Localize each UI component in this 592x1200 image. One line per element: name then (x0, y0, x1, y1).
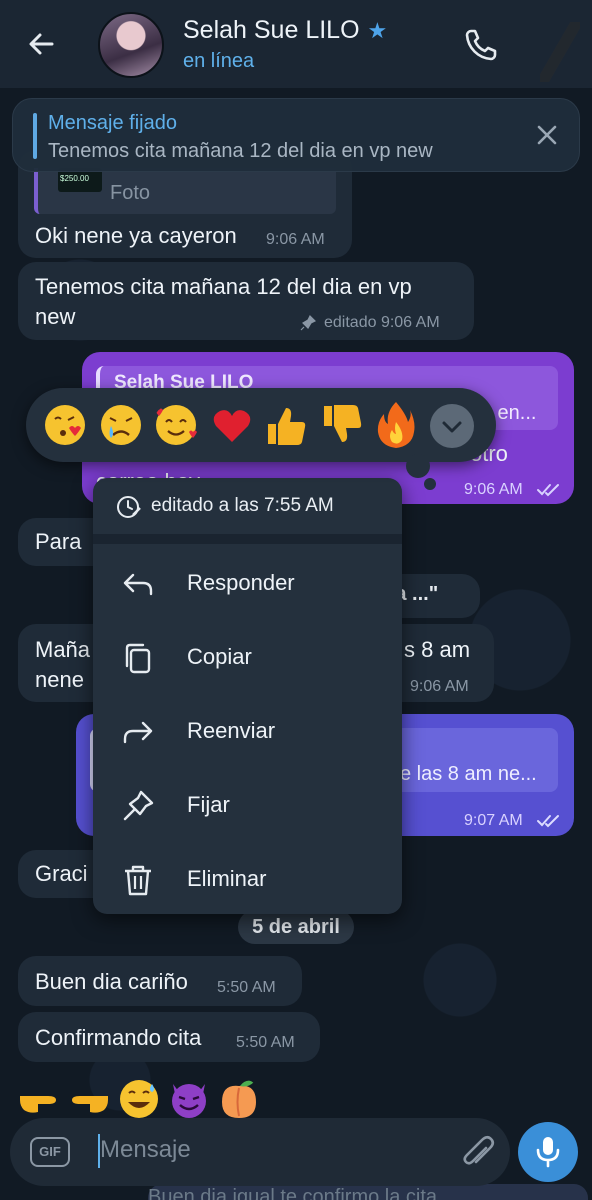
edited-info: editado a las 7:55 AM (93, 478, 402, 534)
thumbs-up-emoji-icon[interactable] (264, 402, 308, 448)
pinned-title: Mensaje fijado (48, 112, 177, 134)
message-composer: GIF Mensaje (10, 1118, 510, 1186)
message-time: editado 9:06 AM (324, 314, 440, 331)
forward-icon (123, 721, 153, 744)
menu-item-delete[interactable]: Eliminar (93, 843, 402, 914)
menu-item-label: Fijar (187, 792, 230, 817)
message-time: 5:50 AM (217, 979, 276, 996)
message-text: Graci (35, 861, 88, 886)
expand-reactions-button[interactable] (430, 404, 474, 448)
menu-item-label: Eliminar (187, 866, 267, 891)
close-icon[interactable] (533, 121, 561, 149)
red-heart-emoji-icon[interactable] (212, 408, 252, 444)
menu-item-reply[interactable]: Responder (93, 547, 402, 621)
menu-item-copy[interactable]: Copiar (93, 621, 402, 695)
message-text: Confirmando cita (35, 1025, 202, 1050)
reply-photo-preview[interactable]: $250.00 Foto (34, 168, 336, 214)
thumbs-down-emoji-icon[interactable] (320, 402, 364, 448)
trash-icon (125, 865, 151, 896)
message-text: Oki nene ya cayeron (35, 223, 237, 248)
message-text: Para (35, 529, 82, 554)
smiling-hearts-emoji-icon[interactable] (153, 402, 199, 448)
menu-item-label: Copiar (187, 644, 252, 669)
peach-emoji-icon (222, 1080, 256, 1118)
reply-snippet: e las 8 am ne... (400, 763, 537, 785)
reaction-picker (26, 388, 496, 462)
menu-item-pin[interactable]: Fijar (93, 769, 402, 843)
message-text-line1: Tenemos cita mañana 12 del dia en vp (35, 274, 412, 299)
photo-label: Foto (110, 182, 151, 204)
message-text-line2: new (35, 304, 76, 329)
menu-item-label: Reenviar (187, 718, 276, 743)
pin-small-icon (300, 315, 316, 331)
pointing-left-emoji-icon (72, 1096, 108, 1113)
pinned-message-bar[interactable]: Mensaje fijado Tenemos cita mañana 12 de… (12, 98, 580, 172)
online-status: en línea (183, 50, 255, 72)
partially-hidden-text: Buen dia igual te confirmo la cita (148, 1186, 438, 1200)
double-check-icon (537, 484, 559, 497)
pinned-accent-bar (33, 113, 37, 159)
message-time: 9:07 AM (464, 812, 523, 829)
pinned-text: Tenemos cita mañana 12 del dia en vp new (48, 140, 433, 162)
phone-icon[interactable] (462, 26, 500, 64)
pin-icon (123, 790, 154, 821)
pointing-right-emoji-icon (20, 1096, 56, 1113)
reaction-tail-dot (424, 478, 436, 490)
microphone-icon (536, 1137, 560, 1168)
smiling-imp-emoji-icon (172, 1084, 206, 1118)
message-text-line2: nene (35, 667, 84, 692)
double-check-icon (537, 815, 559, 828)
menu-divider (93, 534, 402, 544)
paperclip-icon[interactable] (460, 1134, 496, 1172)
menu-overflow-icon[interactable] (540, 22, 580, 82)
message-time: 9:06 AM (266, 231, 325, 248)
contact-name[interactable]: Selah Sue LILO ★ (183, 16, 387, 45)
back-arrow-icon[interactable] (22, 26, 62, 62)
message-text: Buen dia cariño (35, 969, 188, 994)
reaction-tail-dot (406, 454, 430, 478)
edited-label: editado a las 7:55 AM (151, 495, 334, 516)
crying-emoji-icon[interactable] (98, 402, 144, 448)
emoji-message[interactable] (16, 1078, 262, 1122)
copy-icon (125, 643, 151, 674)
reply-icon (123, 573, 153, 596)
message-time: 9:06 AM (464, 481, 523, 498)
message-context-menu: editado a las 7:55 AM Responder Copiar R… (93, 478, 402, 914)
message-text-tail: s 8 am (404, 637, 471, 662)
contact-name-label: Selah Sue LILO (183, 16, 360, 44)
fire-emoji-icon[interactable] (376, 400, 416, 450)
message-input[interactable]: Mensaje (100, 1136, 191, 1164)
avatar[interactable] (98, 12, 164, 78)
message-time: 9:06 AM (410, 678, 469, 695)
message-time: 5:50 AM (236, 1034, 295, 1051)
kissing-heart-emoji-icon[interactable] (42, 402, 88, 448)
menu-item-label: Responder (187, 570, 295, 595)
chat-header: Selah Sue LILO ★ en línea (0, 0, 592, 88)
gif-button[interactable]: GIF (30, 1137, 70, 1167)
sweat-smile-emoji-icon (120, 1080, 158, 1118)
verified-star-icon: ★ (367, 17, 388, 43)
chevron-down-icon (442, 421, 462, 433)
voice-record-button[interactable] (518, 1122, 578, 1182)
menu-item-forward[interactable]: Reenviar (93, 695, 402, 769)
edit-clock-icon (117, 496, 141, 518)
date-separator: 5 de abril (238, 910, 354, 944)
message-text-head: Maña (35, 637, 91, 662)
